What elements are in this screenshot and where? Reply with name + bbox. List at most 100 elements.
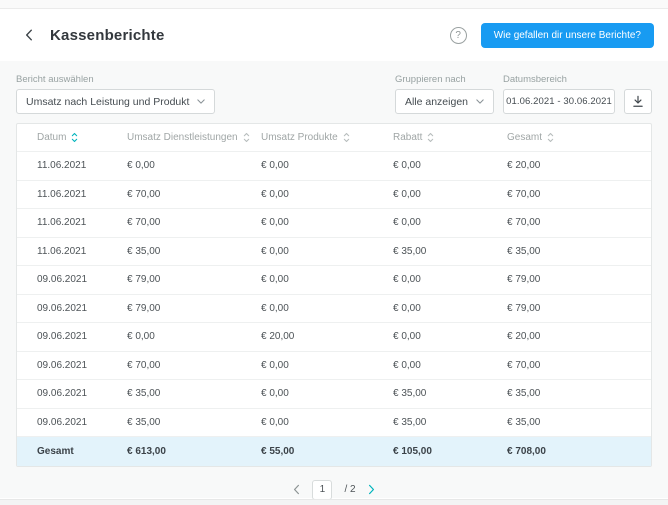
page-title: Kassenberichte	[50, 27, 165, 44]
top-strip	[0, 0, 668, 9]
cell-dienstleistungen: € 35,00	[127, 417, 261, 428]
chevron-left-icon	[293, 484, 300, 495]
table-row: 09.06.2021€ 0,00€ 20,00€ 0,00€ 20,00	[17, 323, 651, 352]
current-page[interactable]: 1	[312, 480, 332, 500]
column-header-dienstleistungen[interactable]: Umsatz Dienstleistungen	[127, 132, 261, 143]
cell-dienstleistungen: € 0,00	[127, 331, 261, 342]
cell-rabatt: € 0,00	[393, 360, 507, 371]
help-icon[interactable]: ?	[450, 27, 467, 44]
date-filter-label: Datumsbereich	[503, 74, 615, 85]
cell-dienstleistungen: € 70,00	[127, 360, 261, 371]
table-header-row: Datum Umsatz Dienstleistungen Umsatz Pro…	[17, 124, 651, 152]
report-filter-label: Bericht auswählen	[16, 74, 215, 85]
table-body: 11.06.2021€ 0,00€ 0,00€ 0,00€ 20,0011.06…	[17, 152, 651, 437]
total-rabatt: € 105,00	[393, 446, 507, 457]
group-filter: Gruppieren nach Alle anzeigen	[395, 74, 494, 114]
cell-datum: 09.06.2021	[37, 331, 127, 342]
cell-rabatt: € 0,00	[393, 303, 507, 314]
cell-gesamt: € 35,00	[507, 246, 651, 257]
group-select[interactable]: Alle anzeigen	[395, 89, 494, 114]
column-header-gesamt[interactable]: Gesamt	[507, 132, 651, 143]
chevron-down-icon	[476, 99, 484, 104]
group-select-value: Alle anzeigen	[405, 96, 468, 108]
total-produkte: € 55,00	[261, 446, 393, 457]
cell-gesamt: € 70,00	[507, 360, 651, 371]
group-filter-label: Gruppieren nach	[395, 74, 494, 85]
cell-datum: 11.06.2021	[37, 189, 127, 200]
column-header-rabatt[interactable]: Rabatt	[393, 132, 507, 143]
report-select[interactable]: Umsatz nach Leistung und Produkt	[16, 89, 215, 114]
cell-gesamt: € 35,00	[507, 388, 651, 399]
cell-dienstleistungen: € 0,00	[127, 160, 261, 171]
sort-icon	[427, 132, 434, 143]
back-button[interactable]	[20, 26, 38, 44]
cell-gesamt: € 70,00	[507, 189, 651, 200]
cell-dienstleistungen: € 79,00	[127, 303, 261, 314]
cell-produkte: € 20,00	[261, 331, 393, 342]
cell-rabatt: € 35,00	[393, 246, 507, 257]
download-icon	[632, 95, 644, 108]
total-label: Gesamt	[37, 446, 127, 457]
cell-rabatt: € 0,00	[393, 217, 507, 228]
reports-table: Datum Umsatz Dienstleistungen Umsatz Pro…	[16, 123, 652, 467]
table-row: 09.06.2021€ 35,00€ 0,00€ 35,00€ 35,00	[17, 409, 651, 438]
next-page-button[interactable]	[368, 484, 375, 495]
report-select-value: Umsatz nach Leistung und Produkt	[26, 96, 189, 108]
cell-produkte: € 0,00	[261, 217, 393, 228]
table-row: 09.06.2021€ 79,00€ 0,00€ 0,00€ 79,00	[17, 295, 651, 324]
date-filter: Datumsbereich 01.06.2021 - 30.06.2021	[503, 74, 615, 114]
sort-icon	[547, 132, 554, 143]
cell-produkte: € 0,00	[261, 274, 393, 285]
total-dienstleistungen: € 613,00	[127, 446, 261, 457]
cell-rabatt: € 35,00	[393, 417, 507, 428]
table-row: 11.06.2021€ 0,00€ 0,00€ 0,00€ 20,00	[17, 152, 651, 181]
cell-gesamt: € 79,00	[507, 274, 651, 285]
cell-gesamt: € 20,00	[507, 160, 651, 171]
cell-produkte: € 0,00	[261, 246, 393, 257]
table-row: 11.06.2021€ 70,00€ 0,00€ 0,00€ 70,00	[17, 181, 651, 210]
column-header-produkte[interactable]: Umsatz Produkte	[261, 132, 393, 143]
cell-rabatt: € 35,00	[393, 388, 507, 399]
cell-dienstleistungen: € 35,00	[127, 388, 261, 399]
chevron-down-icon	[197, 99, 205, 104]
prev-page-button[interactable]	[293, 484, 300, 495]
cell-rabatt: € 0,00	[393, 274, 507, 285]
cell-dienstleistungen: € 70,00	[127, 217, 261, 228]
cell-produkte: € 0,00	[261, 417, 393, 428]
total-row: Gesamt € 613,00 € 55,00 € 105,00 € 708,0…	[17, 437, 651, 466]
bottom-strip	[0, 499, 668, 505]
app-header: Kassenberichte ? Wie gefallen dir unsere…	[0, 9, 668, 61]
filters-bar: Bericht auswählen Umsatz nach Leistung u…	[16, 61, 652, 114]
pagination: 1 / 2	[16, 480, 652, 500]
cell-dienstleistungen: € 70,00	[127, 189, 261, 200]
page-count: / 2	[344, 484, 355, 495]
table-row: 11.06.2021€ 70,00€ 0,00€ 0,00€ 70,00	[17, 209, 651, 238]
cell-produkte: € 0,00	[261, 160, 393, 171]
cell-produkte: € 0,00	[261, 189, 393, 200]
cell-dienstleistungen: € 79,00	[127, 274, 261, 285]
report-filter: Bericht auswählen Umsatz nach Leistung u…	[16, 74, 215, 114]
table-row: 09.06.2021€ 70,00€ 0,00€ 0,00€ 70,00	[17, 352, 651, 381]
chevron-left-icon	[25, 29, 33, 41]
feedback-button[interactable]: Wie gefallen dir unsere Berichte?	[481, 23, 654, 48]
download-button[interactable]	[624, 89, 652, 114]
cell-gesamt: € 79,00	[507, 303, 651, 314]
cell-dienstleistungen: € 35,00	[127, 246, 261, 257]
date-range-input[interactable]: 01.06.2021 - 30.06.2021	[503, 89, 615, 114]
cell-datum: 11.06.2021	[37, 160, 127, 171]
sort-icon	[243, 132, 250, 143]
cell-produkte: € 0,00	[261, 360, 393, 371]
total-gesamt: € 708,00	[507, 446, 651, 457]
cell-gesamt: € 70,00	[507, 217, 651, 228]
column-header-datum[interactable]: Datum	[37, 132, 127, 143]
sort-icon	[71, 132, 78, 143]
sort-icon	[343, 132, 350, 143]
cell-produkte: € 0,00	[261, 388, 393, 399]
cell-datum: 09.06.2021	[37, 417, 127, 428]
chevron-right-icon	[368, 484, 375, 495]
cell-rabatt: € 0,00	[393, 160, 507, 171]
table-row: 09.06.2021€ 79,00€ 0,00€ 0,00€ 79,00	[17, 266, 651, 295]
cell-rabatt: € 0,00	[393, 331, 507, 342]
cell-gesamt: € 35,00	[507, 417, 651, 428]
cell-produkte: € 0,00	[261, 303, 393, 314]
